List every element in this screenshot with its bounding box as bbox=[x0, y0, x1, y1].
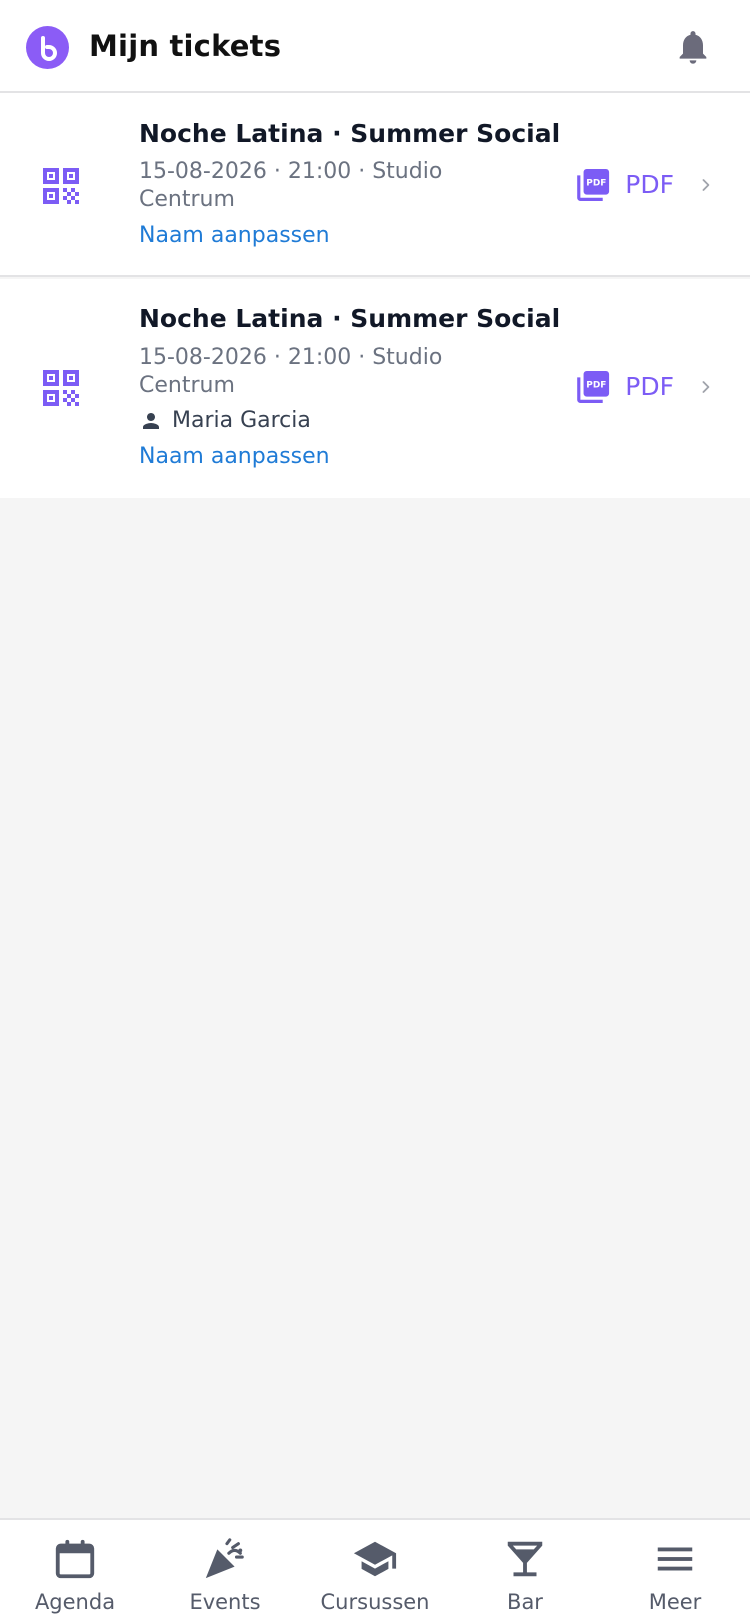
ticket-date-location: 15-08-2026 · 21:00 · Studio Centrum bbox=[139, 159, 443, 212]
nav-item-agenda[interactable]: Agenda bbox=[0, 1520, 150, 1623]
nav-label-bar: Bar bbox=[507, 1590, 543, 1614]
pdf-label: PDF bbox=[625, 170, 674, 199]
rename-link[interactable]: Naam aanpassen bbox=[139, 443, 330, 471]
cocktail-glass-icon bbox=[507, 1541, 543, 1577]
nav-label-meer: Meer bbox=[648, 1590, 702, 1614]
calendar-icon bbox=[55, 1539, 95, 1579]
ticket-holder-name: Maria Garcia bbox=[172, 408, 311, 433]
svg-text:PDF: PDF bbox=[586, 380, 606, 390]
qr-code-icon bbox=[43, 370, 79, 406]
page-title: Mijn tickets bbox=[89, 29, 282, 63]
nav-item-events[interactable]: Events bbox=[150, 1520, 300, 1623]
ticket-event-name: Noche Latina · Summer Social bbox=[139, 119, 561, 148]
chevron-right-icon[interactable] bbox=[697, 378, 715, 396]
nav-item-cursussen[interactable]: Cursussen bbox=[300, 1520, 450, 1623]
nav-item-bar[interactable]: Bar bbox=[450, 1520, 600, 1623]
party-popper-icon bbox=[205, 1538, 244, 1579]
ticket-event-name: Noche Latina · Summer Social bbox=[139, 304, 561, 333]
brand-b-icon bbox=[40, 35, 57, 61]
person-icon bbox=[143, 413, 159, 429]
nav-label-agenda: Agenda bbox=[34, 1590, 116, 1614]
brand-logo-icon[interactable] bbox=[26, 26, 69, 69]
chevron-right-icon[interactable] bbox=[697, 176, 715, 194]
graduation-cap-icon bbox=[353, 1541, 397, 1577]
nav-label-cursussen: Cursussen bbox=[320, 1590, 430, 1614]
ticket-date-location: 15-08-2026 · 21:00 · Studio Centrum bbox=[139, 345, 443, 398]
rename-link[interactable]: Naam aanpassen bbox=[139, 222, 330, 250]
pdf-button[interactable]: PDF PDF bbox=[574, 163, 674, 207]
qr-code-icon bbox=[43, 168, 79, 204]
pdf-label: PDF bbox=[625, 372, 674, 401]
svg-text:PDF: PDF bbox=[586, 178, 606, 188]
bottom-navigation: Agenda Events Cursussen Bar Meer bbox=[0, 1518, 750, 1623]
nav-label-events: Events bbox=[189, 1590, 261, 1614]
pdf-button[interactable]: PDF PDF bbox=[574, 365, 674, 409]
bell-icon[interactable] bbox=[673, 27, 713, 67]
nav-item-meer[interactable]: Meer bbox=[600, 1520, 750, 1623]
pdf-icon: PDF bbox=[577, 169, 610, 201]
app-header: Mijn tickets bbox=[0, 0, 750, 93]
menu-icon bbox=[657, 1547, 693, 1571]
ticket-holder: Maria Garcia bbox=[139, 407, 311, 435]
pdf-icon: PDF bbox=[577, 371, 610, 403]
